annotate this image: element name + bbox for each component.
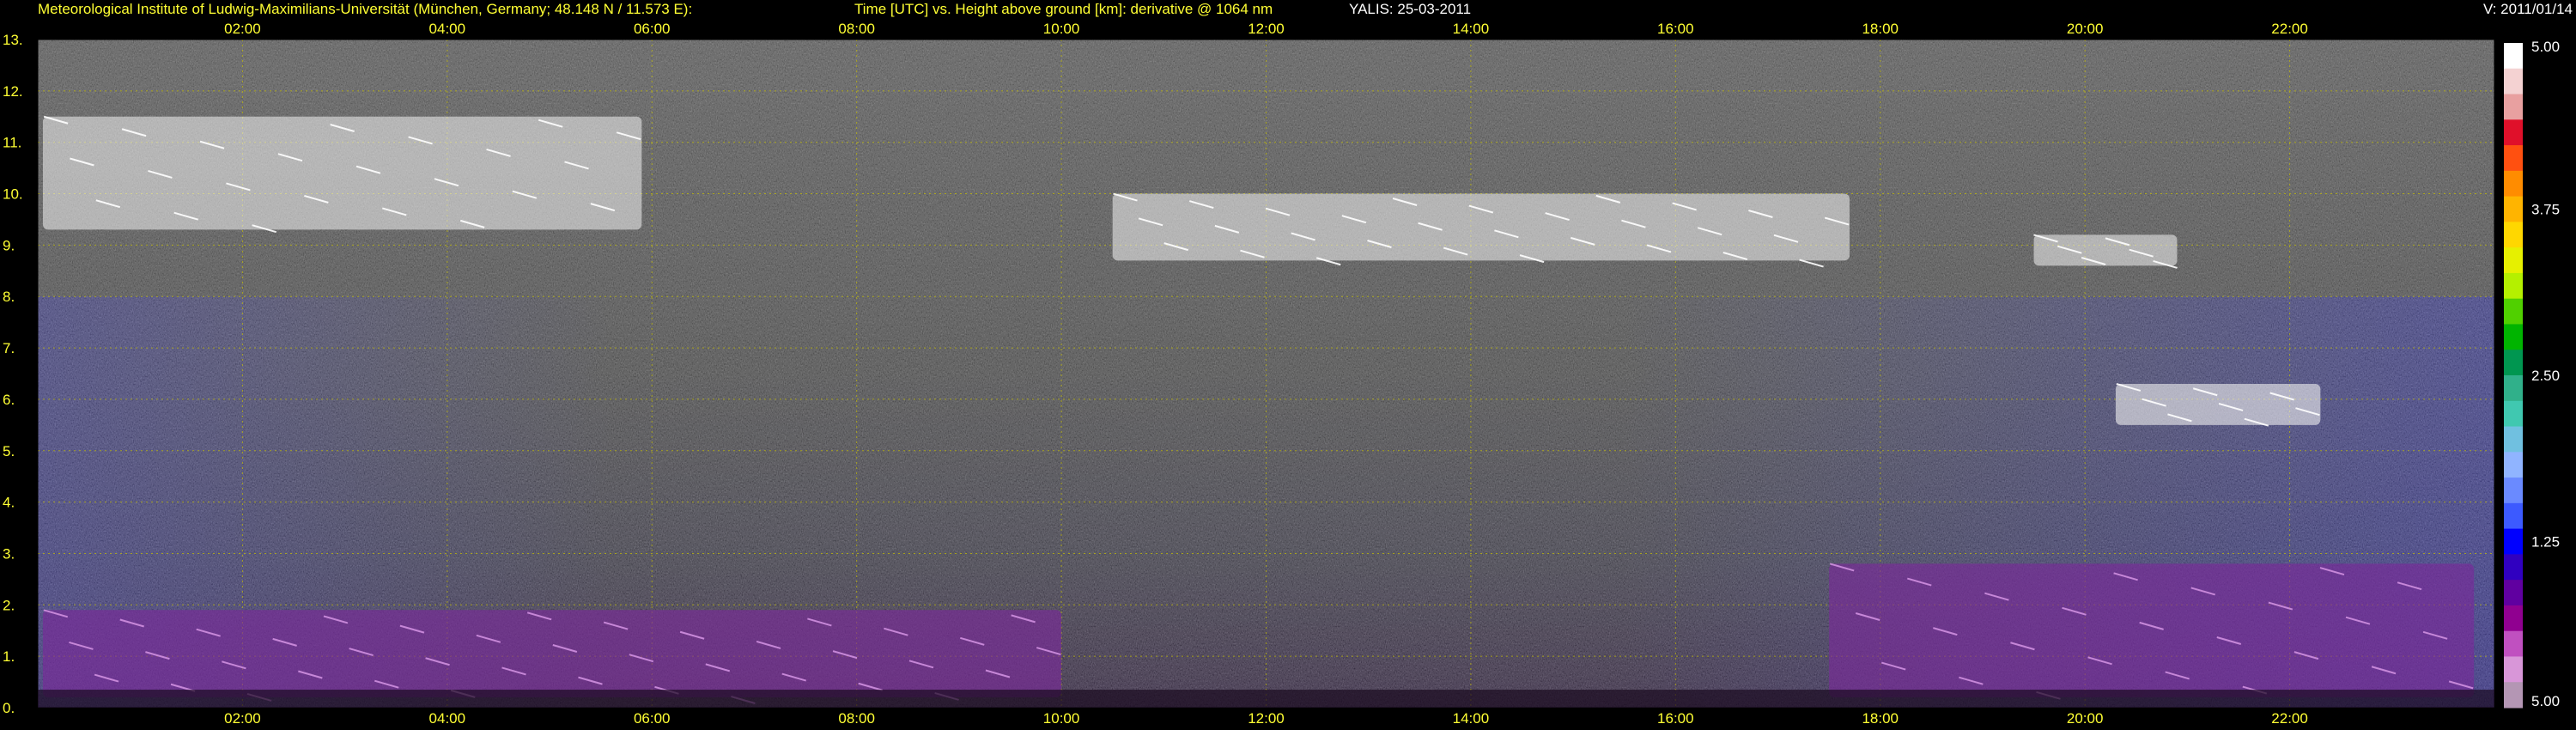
colorbar-swatch: [2504, 605, 2523, 632]
colorbar-swatch: [2504, 94, 2523, 120]
x-tick-label-bottom: 12:00: [1248, 710, 1285, 727]
y-tick-label: 2.: [3, 597, 15, 613]
x-tick-label-top: 18:00: [1862, 21, 1899, 37]
y-tick-label: 5.: [3, 443, 15, 459]
colorbar-swatch: [2504, 145, 2523, 172]
colorbar-swatch: [2504, 528, 2523, 555]
colorbar-swatch: [2504, 170, 2523, 198]
colorbar-swatch: [2504, 68, 2523, 95]
x-tick-label-bottom: 02:00: [224, 710, 261, 727]
x-tick-label-top: 12:00: [1248, 21, 1285, 37]
colorbar-swatch: [2504, 580, 2523, 606]
cirrus-feature: [42, 116, 642, 230]
mid-level-cloud-feature: [2115, 383, 2321, 425]
x-tick-label-top: 20:00: [2067, 21, 2104, 37]
colorbar-swatch: [2504, 478, 2523, 504]
colorbar-swatch: [2504, 247, 2523, 274]
x-tick-label-top: 02:00: [224, 21, 261, 37]
x-tick-label-bottom: 20:00: [2067, 710, 2104, 727]
colorbar: 5.00 3.75 2.50 1.25 5.00: [2504, 39, 2560, 709]
colorbar-swatch: [2504, 119, 2523, 146]
colorbar-swatch: [2504, 350, 2523, 376]
y-tick-label: 1.: [3, 648, 15, 665]
y-tick-label: 12.: [3, 83, 23, 100]
colorbar-label: 5.00: [2531, 39, 2560, 55]
x-tick-label-bottom: 04:00: [429, 710, 466, 727]
colorbar-swatch: [2504, 630, 2523, 657]
colorbar-swatch: [2504, 298, 2523, 325]
x-tick-label-bottom: 18:00: [1862, 710, 1899, 727]
colorbar-swatch: [2504, 426, 2523, 453]
colorbar-swatch: [2504, 502, 2523, 530]
x-tick-label-top: 06:00: [634, 21, 671, 37]
colorbar-swatch: [2504, 400, 2523, 428]
ground-band: [38, 690, 2494, 708]
x-tick-label-top: 10:00: [1043, 21, 1080, 37]
y-tick-label: 6.: [3, 392, 15, 408]
colorbar-label: 3.75: [2531, 202, 2560, 218]
y-tick-label: 0.: [3, 700, 15, 716]
x-tick-label-bottom: 08:00: [838, 710, 875, 727]
y-tick-label: 7.: [3, 340, 15, 356]
colorbar-label: 2.50: [2531, 368, 2560, 384]
y-tick-label: 4.: [3, 495, 15, 511]
y-tick-label: 9.: [3, 237, 15, 253]
colorbar-swatch: [2504, 656, 2523, 683]
colorbar-swatch: [2504, 324, 2523, 350]
y-tick-label: 13.: [3, 32, 23, 48]
colorbar-swatch: [2504, 196, 2523, 222]
y-tick-label: 8.: [3, 289, 15, 305]
colorbar-swatch: [2504, 682, 2523, 709]
colorbar-swatch: [2504, 272, 2523, 300]
colorbar-swatch: [2504, 375, 2523, 402]
boundary-layer-feature: [42, 610, 1062, 698]
colorbar-label: 1.25: [2531, 534, 2560, 551]
x-tick-label-bottom: 22:00: [2271, 710, 2308, 727]
y-tick-label: 11.: [3, 135, 21, 151]
x-tick-label-bottom: 14:00: [1453, 710, 1490, 727]
colorbar-swatch: [2504, 43, 2523, 70]
x-tick-label-top: 14:00: [1453, 21, 1490, 37]
y-tick-label: 3.: [3, 545, 15, 562]
x-tick-label-top: 22:00: [2271, 21, 2308, 37]
x-tick-label-top: 04:00: [429, 21, 466, 37]
colorbar-swatch: [2504, 554, 2523, 581]
cirrus-feature: [1112, 193, 1850, 261]
x-tick-label-bottom: 10:00: [1043, 710, 1080, 727]
lidar-heatmap-chart: 5.00 3.75 2.50 1.25 5.00 02:00 02:00 04:00 04:0…: [3, 21, 2560, 727]
colorbar-label: 5.00: [2531, 693, 2560, 709]
colorbar-swatch: [2504, 452, 2523, 478]
x-tick-label-top: 08:00: [838, 21, 875, 37]
x-tick-label-top: 16:00: [1657, 21, 1694, 37]
y-tick-label: 10.: [3, 186, 23, 203]
colorbar-swatch: [2504, 222, 2523, 248]
x-tick-label-bottom: 16:00: [1657, 710, 1694, 727]
x-tick-label-bottom: 06:00: [634, 710, 671, 727]
